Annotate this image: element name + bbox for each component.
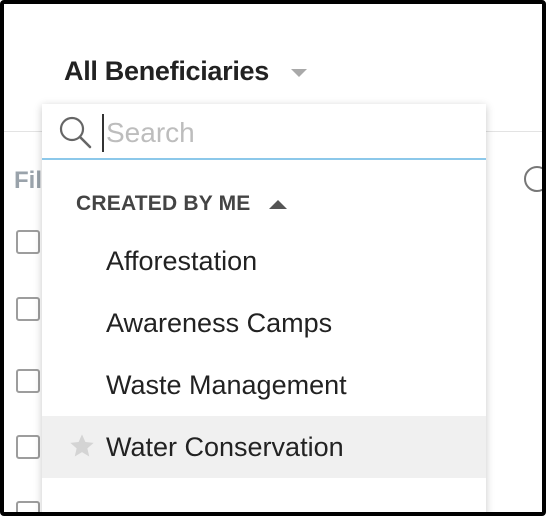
list-item-label: Awareness Camps [106, 307, 333, 338]
row-checkbox[interactable] [16, 297, 40, 321]
radio-button[interactable] [524, 166, 542, 192]
list-item-water-conservation[interactable]: Water Conservation [42, 416, 486, 478]
list-item-label: Waste Management [106, 369, 347, 400]
list-item-label: Water Conservation [106, 431, 344, 462]
row-checkbox[interactable] [16, 369, 40, 393]
list-item-afforestation[interactable]: Afforestation [42, 230, 486, 292]
row-checkbox[interactable] [16, 501, 40, 512]
star-icon[interactable] [68, 432, 96, 460]
search-input[interactable] [102, 114, 472, 152]
caret-down-icon[interactable] [291, 68, 307, 77]
group-title: CREATED BY ME [76, 192, 251, 215]
row-checkbox[interactable] [16, 435, 40, 459]
search-icon [59, 116, 92, 149]
row-checkbox[interactable] [16, 230, 40, 254]
view-selector[interactable]: All Beneficiaries [64, 56, 307, 87]
app-frame: All Beneficiaries Fil CREATED BY ME Affo… [0, 0, 546, 516]
view-title: All Beneficiaries [64, 56, 269, 86]
search-row [42, 104, 486, 160]
list-item-waste-management[interactable]: Waste Management [42, 354, 486, 416]
list-item-label: Afforestation [106, 245, 258, 276]
filter-label: Fil [14, 167, 42, 194]
view-dropdown-panel: CREATED BY ME Afforestation Awareness Ca… [42, 104, 486, 512]
group-header-created-by-me[interactable]: CREATED BY ME [76, 192, 287, 216]
caret-up-icon[interactable] [268, 199, 287, 209]
list-item-awareness-camps[interactable]: Awareness Camps [42, 292, 486, 354]
